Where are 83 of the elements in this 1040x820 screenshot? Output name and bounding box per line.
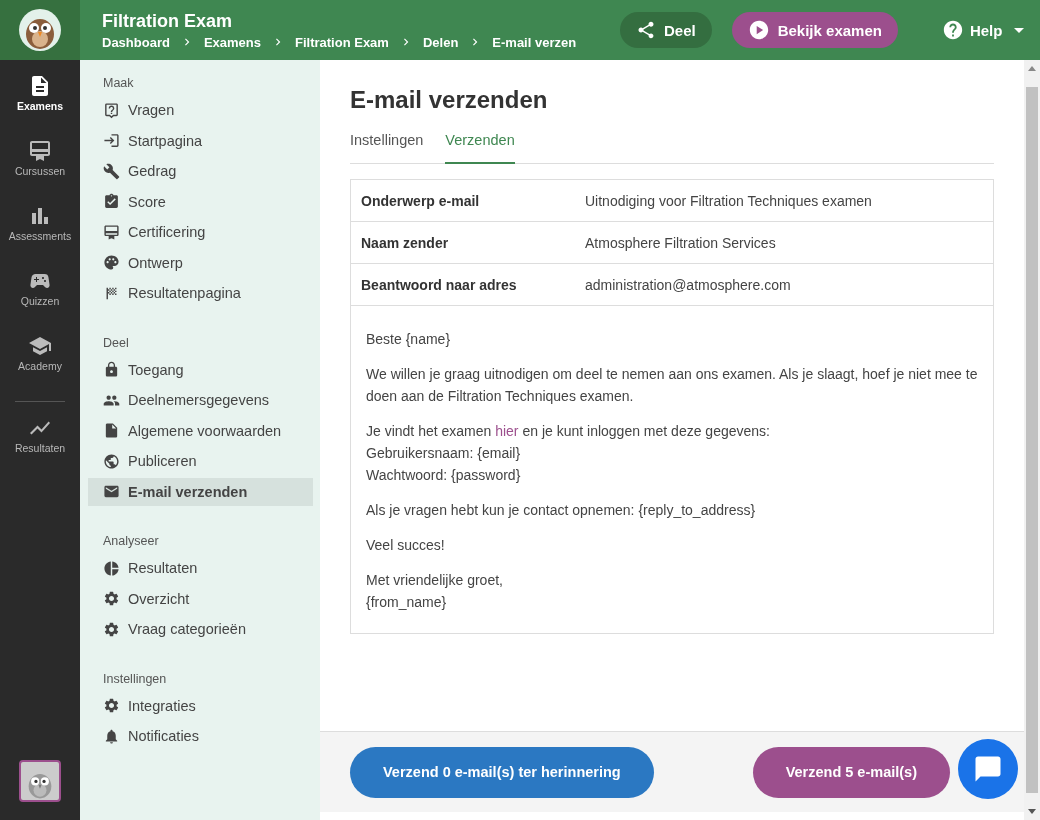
breadcrumb-link[interactable]: Delen: [422, 34, 459, 50]
send-button[interactable]: Verzend 5 e-mail(s): [752, 746, 950, 798]
rail-item[interactable]: Academy: [0, 334, 80, 399]
avatar[interactable]: [19, 760, 61, 802]
page-title: E-mail verzenden: [350, 86, 549, 114]
rail-item[interactable]: Cursussen: [0, 139, 80, 204]
play-icon: [747, 19, 770, 41]
sidebar-item[interactable]: Deelnemersgegevens: [88, 386, 313, 414]
sidebar-item[interactable]: Notificaties: [88, 722, 313, 750]
email-text: {from_name}: [366, 593, 448, 612]
breadcrumb-link[interactable]: E-mail verzen: [492, 34, 577, 50]
send-button[interactable]: Verzend 0 e-mail(s) ter herinnering: [350, 746, 654, 798]
help-icon: [941, 19, 964, 41]
sidebar-item[interactable]: E-mail verzenden: [88, 477, 313, 506]
email-text: Beste {name}: [366, 330, 452, 349]
email-text: Met vriendelijke groet,: [366, 571, 504, 590]
rail-item[interactable]: Quizzen: [0, 269, 80, 334]
field-value: administration@atmosphere.com: [585, 276, 792, 293]
question-icon: [103, 101, 120, 119]
sidebar-item[interactable]: Resultaten: [88, 554, 313, 582]
sidebar-item[interactable]: Score: [88, 187, 313, 216]
sidebar-item[interactable]: Integraties: [88, 691, 313, 720]
rail-item[interactable]: Examens: [0, 74, 80, 139]
sidebar-item[interactable]: Resultatenpagina: [88, 279, 313, 307]
tab[interactable]: Verzenden: [445, 132, 515, 164]
owl-logo: [19, 9, 61, 51]
breadcrumb-link[interactable]: Filtration Exam: [295, 34, 389, 50]
email-text: Als je vragen hebt kun je contact opnemen: {reply_to_address}: [366, 501, 757, 520]
rail-item[interactable]: Assessments: [0, 204, 80, 269]
field-value: Atmosphere Filtration Services: [585, 234, 777, 251]
sidebar-item[interactable]: Publiceren: [88, 447, 313, 475]
share-button[interactable]: Deel: [620, 12, 712, 48]
sidebar-item[interactable]: Vragen: [88, 96, 313, 124]
clipboard-check-icon: [103, 193, 120, 210]
certificate-icon: [103, 223, 120, 241]
sidebar-item[interactable]: Ontwerp: [88, 248, 313, 277]
rail-item[interactable]: Resultaten: [0, 416, 80, 481]
field-value: Uitnodiging voor Filtration Techniques examen: [585, 192, 873, 209]
email-text: Je vindt het examen hier en je kunt inloggen met deze gegevens:: [366, 422, 771, 441]
help-menu[interactable]: Help: [935, 18, 1031, 42]
field-label: Beantwoord naar adres: [361, 276, 518, 293]
settings-icon: [103, 697, 120, 714]
chat-icon: [973, 754, 1003, 784]
file-icon: [103, 422, 120, 439]
sidebar-item[interactable]: Vraag categorieën: [88, 615, 313, 643]
graduation-cap-icon: [28, 334, 52, 358]
mail-icon: [103, 483, 120, 500]
bell-icon: [103, 727, 120, 745]
field-label: Naam zender: [361, 234, 450, 251]
wrench-icon: [103, 162, 120, 180]
sidebar-item[interactable]: Gedrag: [88, 157, 313, 185]
section-heading: Instellingen: [102, 671, 168, 688]
share-icon: [636, 20, 656, 40]
scrollbar[interactable]: [1024, 60, 1040, 820]
login-icon: [103, 132, 120, 149]
sidebar-item[interactable]: Toegang: [88, 355, 313, 384]
palette-icon: [103, 254, 120, 271]
section-heading: Deel: [102, 335, 130, 352]
exam-link[interactable]: hier: [495, 423, 519, 439]
view-exam-button[interactable]: Bekijk examen: [731, 12, 898, 48]
settings-icon: [103, 590, 120, 607]
section-heading: Analyseer: [102, 534, 160, 550]
email-text: Wachtwoord: {password}: [366, 466, 522, 485]
tab[interactable]: Instellingen: [350, 132, 424, 164]
settings-icon: [103, 620, 120, 638]
email-text: We willen je graag uitnodigen om deel te nemen aan ons examen. Als je slaagt, hoef je niet mee te doen aan de Filtration Techniques examen.: [366, 365, 978, 406]
email-text: Gebruikersnaam: {email}: [366, 444, 522, 463]
section-heading: Maak: [102, 76, 135, 92]
certificate-icon: [28, 139, 52, 163]
chat-button[interactable]: [958, 739, 1018, 799]
sidebar-item[interactable]: Algemene voorwaarden: [88, 416, 313, 445]
lock-icon: [103, 361, 120, 378]
caret-icon: [1014, 27, 1025, 33]
sidebar-item[interactable]: Overzicht: [88, 584, 313, 613]
breadcrumb-link[interactable]: Dashboard: [102, 34, 170, 50]
pie-chart-icon: [103, 559, 120, 577]
field-label: Onderwerp e-mail: [361, 192, 481, 209]
exam-title: Filtration Exam: [102, 10, 234, 32]
globe-icon: [103, 452, 120, 470]
sidebar-item[interactable]: Certificering: [88, 218, 313, 246]
email-text: Veel succes!: [366, 536, 446, 555]
sidebar-item[interactable]: Startpagina: [88, 126, 313, 155]
breadcrumb-link[interactable]: Examens: [203, 34, 261, 50]
